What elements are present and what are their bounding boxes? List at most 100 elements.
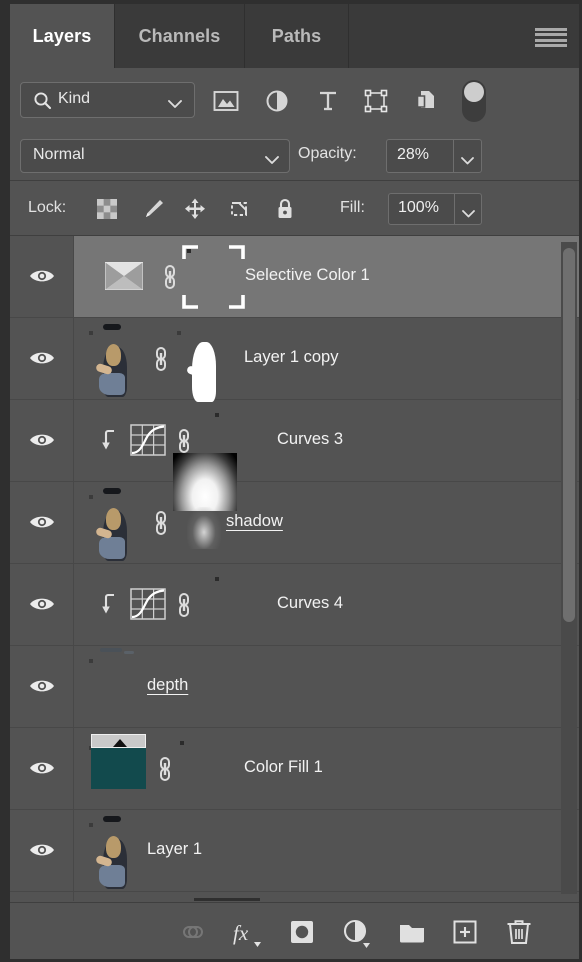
fill-color-swatch [91, 748, 146, 789]
link-mask-icon[interactable] [161, 262, 179, 292]
layer-visibility-cell[interactable] [10, 318, 74, 399]
layer-visibility-cell[interactable] [10, 564, 74, 645]
curves-icon[interactable] [130, 588, 166, 620]
selective-color-icon[interactable] [105, 262, 143, 290]
lock-image-icon[interactable] [140, 197, 166, 221]
layer-visibility-cell[interactable] [10, 728, 74, 809]
fill-field[interactable]: 100% [388, 193, 482, 225]
eye-icon[interactable] [28, 676, 56, 696]
layer-row-body[interactable]: Curves 4 [74, 564, 579, 645]
lock-transparency-icon[interactable] [94, 197, 120, 221]
layer-style-fx-icon[interactable]: fx [232, 918, 262, 947]
filter-toggle-switch[interactable] [462, 80, 486, 122]
layer-mask-thumbnail[interactable] [187, 249, 191, 253]
layer-row-body[interactable]: depth [74, 646, 579, 727]
layer-row-body[interactable]: Selective Color 1 [74, 236, 579, 317]
eye-icon[interactable] [28, 266, 56, 286]
layer-name[interactable]: Selective Color 1 [245, 266, 370, 285]
type-layer-icon[interactable] [314, 88, 342, 114]
chevron-down-icon[interactable] [462, 205, 475, 223]
link-mask-icon[interactable] [175, 590, 193, 620]
layer-visibility-cell[interactable] [10, 400, 74, 481]
lock-position-icon[interactable] [182, 197, 208, 221]
layer-name[interactable]: Color Fill 1 [244, 758, 323, 777]
layer-mask-thumbnail[interactable] [215, 577, 219, 581]
table-row[interactable]: Layer 1 copy [10, 318, 579, 402]
layer-thumbnail[interactable] [89, 816, 127, 889]
table-row[interactable]: Color Fill 1 [10, 728, 579, 810]
tab-paths[interactable]: Paths [245, 4, 349, 68]
layer-row-body[interactable] [74, 892, 579, 901]
smart-object-icon[interactable] [412, 88, 440, 114]
table-row[interactable]: Curves 3 [10, 400, 579, 482]
layer-name[interactable]: Curves 4 [277, 594, 343, 613]
chevron-down-icon[interactable] [461, 152, 474, 170]
layer-visibility-cell[interactable] [10, 236, 74, 317]
curves-icon[interactable] [130, 424, 166, 456]
table-row[interactable]: shadow [10, 453, 579, 564]
layer-visibility-cell[interactable] [10, 810, 74, 891]
lock-all-icon[interactable] [272, 197, 298, 221]
link-layers-icon[interactable] [178, 918, 208, 946]
layer-mask-thumbnail[interactable] [173, 453, 237, 549]
link-mask-icon[interactable] [152, 344, 170, 374]
eye-icon[interactable] [28, 594, 56, 614]
table-row[interactable]: Selective Color 1 [10, 236, 579, 318]
layer-name[interactable]: Curves 3 [277, 430, 343, 449]
layer-mask-thumbnail[interactable] [180, 741, 184, 745]
panel-frame-left [0, 0, 10, 962]
layer-row-body[interactable]: Color Fill 1 [74, 728, 579, 809]
layer-visibility-cell[interactable] [10, 646, 74, 727]
opacity-field[interactable]: 28% [386, 139, 482, 173]
pixel-layer-icon[interactable] [212, 88, 240, 114]
table-row[interactable]: Curves 4 [10, 564, 579, 646]
layer-visibility-cell[interactable] [10, 482, 74, 563]
new-group-icon[interactable] [397, 918, 427, 946]
layer-name[interactable]: Layer 1 copy [244, 348, 338, 367]
layer-mask-thumbnail[interactable] [177, 331, 216, 402]
layer-row-body[interactable]: Layer 1 copy [74, 318, 579, 402]
layer-visibility-cell[interactable] [10, 892, 74, 901]
fill-value: 100% [398, 199, 439, 216]
filter-toggle-knob [464, 82, 484, 102]
layer-name[interactable]: depth [147, 676, 188, 695]
link-mask-icon[interactable] [175, 426, 193, 456]
layer-thumbnail[interactable] [89, 324, 127, 397]
table-row[interactable]: Layer 1 [10, 810, 579, 892]
eye-icon[interactable] [28, 758, 56, 778]
layer-mask-thumbnail[interactable] [215, 413, 219, 417]
table-row[interactable]: depth [10, 646, 579, 728]
layer-list[interactable]: Selective Color 1 Layer 1 copy Curves 3 … [10, 236, 579, 901]
table-row[interactable] [10, 892, 579, 901]
link-mask-icon[interactable] [156, 754, 174, 784]
layer-name[interactable]: Layer 1 [147, 840, 202, 859]
tab-layers[interactable]: Layers [10, 4, 115, 68]
eye-icon[interactable] [28, 840, 56, 860]
shape-layer-icon[interactable] [362, 88, 390, 114]
layer-row-body[interactable]: Curves 3 [74, 400, 579, 481]
layer-row-body[interactable]: shadow [74, 453, 579, 563]
chevron-down-icon [265, 152, 279, 170]
delete-layer-icon[interactable] [504, 918, 534, 946]
lock-artboard-icon[interactable] [226, 197, 252, 221]
filter-kind-dropdown[interactable]: Kind [20, 82, 195, 118]
new-adjustment-layer-icon[interactable] [341, 918, 371, 948]
adjustment-layer-icon[interactable] [263, 88, 291, 114]
add-layer-mask-icon[interactable] [287, 918, 317, 946]
clipping-mask-icon [100, 428, 120, 452]
layer-row-body[interactable]: Layer 1 [74, 810, 579, 891]
layer-thumbnail[interactable] [89, 734, 146, 789]
eye-icon[interactable] [28, 348, 56, 368]
scrollbar-track[interactable] [561, 242, 577, 894]
layer-name[interactable]: shadow [226, 512, 283, 531]
hamburger-menu-icon[interactable] [535, 28, 567, 48]
tab-channels[interactable]: Channels [115, 4, 245, 68]
eye-icon[interactable] [28, 430, 56, 450]
scrollbar-thumb[interactable] [563, 248, 575, 622]
eye-icon[interactable] [28, 512, 56, 532]
link-mask-icon[interactable] [152, 508, 170, 538]
blend-mode-dropdown[interactable]: Normal [20, 139, 290, 173]
layer-thumbnail[interactable] [89, 648, 134, 663]
layer-thumbnail[interactable] [89, 488, 127, 561]
new-layer-icon[interactable] [450, 918, 480, 946]
